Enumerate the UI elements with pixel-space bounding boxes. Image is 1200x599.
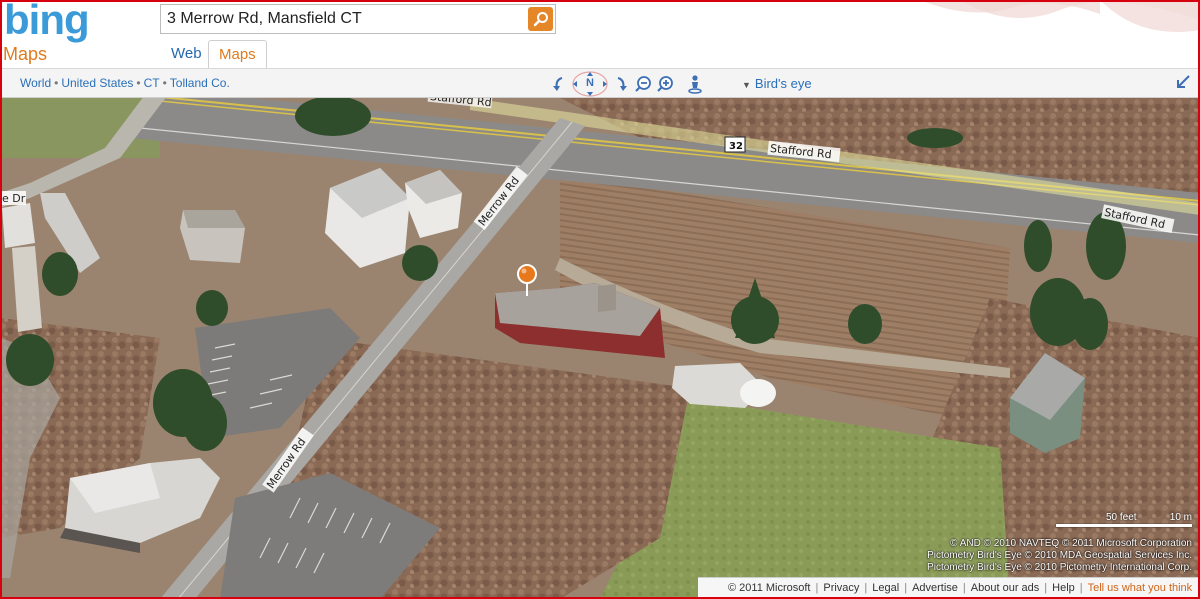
expand-icon[interactable]: [1176, 73, 1196, 93]
chevron-down-icon: ▼: [742, 80, 751, 90]
aerial-imagery[interactable]: Stafford Rd Stafford Rd Stafford Rd Merr…: [0, 98, 1200, 599]
breadcrumb-separator: •: [136, 76, 141, 90]
zoom-in-icon[interactable]: [654, 72, 676, 96]
search-button[interactable]: [528, 7, 553, 31]
route-32-shield: 32: [724, 136, 746, 153]
map-scale: 50 feet 10 m: [1056, 512, 1196, 530]
footer-separator: |: [1079, 582, 1083, 594]
feedback-link[interactable]: Tell us what you think: [1088, 582, 1193, 594]
route-shield-number: 32: [729, 141, 743, 152]
footer-link-privacy[interactable]: Privacy: [823, 582, 859, 594]
map-attribution: © AND © 2010 NAVTEQ © 2011 Microsoft Cor…: [927, 538, 1192, 574]
tab-maps[interactable]: Maps: [208, 40, 267, 68]
view-mode-label: Bird's eye: [754, 76, 812, 91]
search-icon: [533, 12, 548, 27]
breadcrumb-world[interactable]: World: [20, 76, 51, 90]
breadcrumb-separator: •: [162, 76, 167, 90]
scale-meters-label: 10 m: [1169, 512, 1192, 523]
breadcrumb: World • United States • CT • Tolland Co.: [20, 76, 230, 90]
search-box: [160, 4, 556, 34]
footer-link-legal[interactable]: Legal: [872, 582, 899, 594]
road-label-left-edge: e Dr: [2, 192, 26, 205]
bing-logo[interactable]: bing: [4, 0, 90, 44]
map-toolbar: World • United States • CT • Tolland Co. N: [0, 68, 1200, 98]
streetside-person-icon[interactable]: [684, 72, 706, 96]
map-navigation-controls: N: [548, 71, 706, 97]
header-decoration: [920, 0, 1200, 32]
copyright-text: © 2011 Microsoft: [728, 582, 811, 594]
footer-separator: |: [904, 582, 908, 594]
tab-web[interactable]: Web: [161, 40, 212, 68]
attribution-line-1: © AND © 2010 NAVTEQ © 2011 Microsoft Cor…: [950, 538, 1192, 549]
footer-separator: |: [962, 582, 966, 594]
search-input[interactable]: [167, 9, 517, 29]
compass-control[interactable]: N: [570, 71, 610, 97]
breadcrumb-separator: •: [54, 76, 59, 90]
footer-link-about-ads[interactable]: About our ads: [971, 582, 1040, 594]
compass-north-label: N: [586, 77, 594, 89]
footer-separator: |: [815, 582, 819, 594]
header: bing Maps Web Maps: [0, 0, 1200, 68]
breadcrumb-united-states[interactable]: United States: [61, 76, 133, 90]
scale-bar: [1056, 524, 1192, 527]
footer-link-advertise[interactable]: Advertise: [912, 582, 958, 594]
attribution-line-2: Pictometry Bird's Eye © 2010 MDA Geospat…: [927, 550, 1192, 561]
breadcrumb-tolland-co[interactable]: Tolland Co.: [170, 76, 230, 90]
footer-link-help[interactable]: Help: [1052, 582, 1075, 594]
attribution-line-3: Pictometry Bird's Eye © 2010 Pictometry …: [927, 562, 1192, 573]
scale-feet-label: 50 feet: [1106, 512, 1137, 523]
rotate-left-icon[interactable]: [548, 72, 570, 96]
maps-title: Maps: [3, 44, 48, 64]
footer-separator: |: [1044, 582, 1048, 594]
footer-separator: |: [864, 582, 868, 594]
view-mode-dropdown[interactable]: ▼ Bird's eye: [742, 76, 812, 91]
breadcrumb-ct[interactable]: CT: [144, 76, 160, 90]
footer: © 2011 Microsoft | Privacy | Legal | Advertise…: [698, 577, 1200, 599]
rotate-right-icon[interactable]: [610, 72, 632, 96]
map-canvas[interactable]: Stafford Rd Stafford Rd Stafford Rd Merr…: [0, 98, 1200, 599]
zoom-out-icon[interactable]: [632, 72, 654, 96]
